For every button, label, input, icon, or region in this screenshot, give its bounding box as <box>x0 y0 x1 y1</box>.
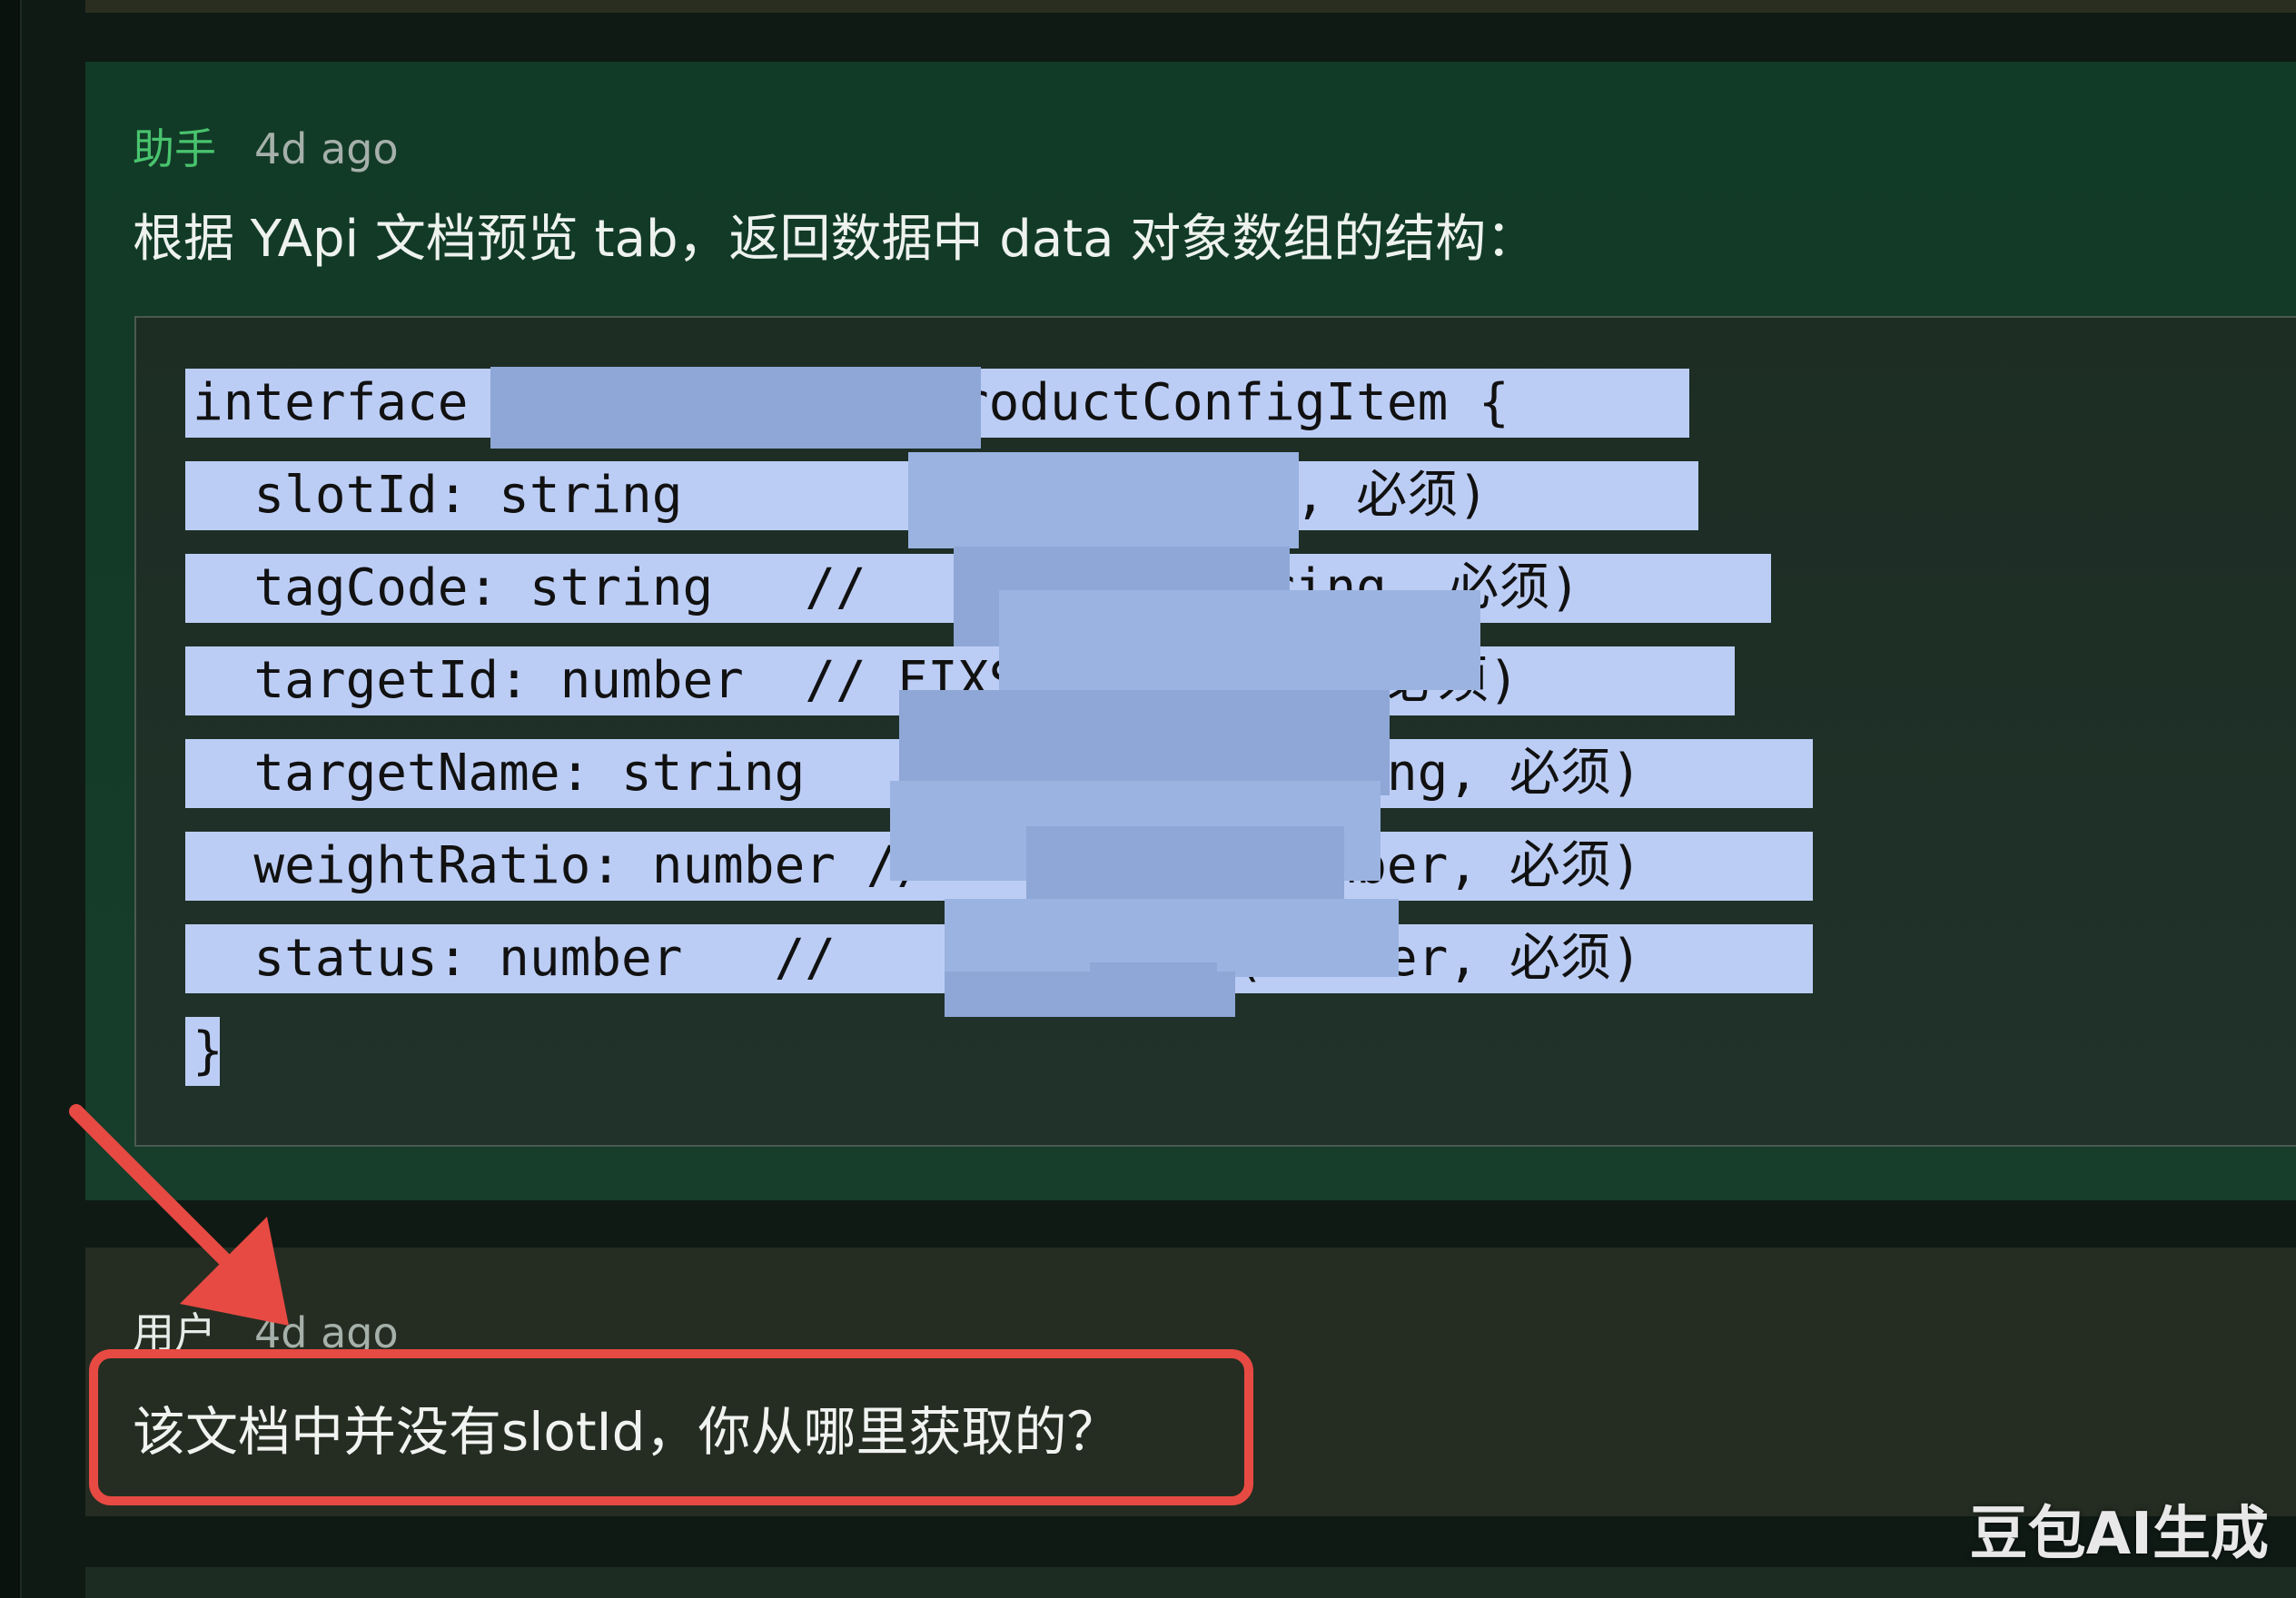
assistant-meta: 助手 4d ago <box>133 116 399 176</box>
assistant-timestamp: 4d ago <box>254 124 399 173</box>
code-line-8: } <box>185 1017 223 1086</box>
assistant-role-label: 助手 <box>133 124 216 173</box>
previous-message-edge <box>85 0 2296 13</box>
next-message-edge <box>85 1567 2296 1598</box>
left-rail <box>0 0 20 1598</box>
redaction-block <box>1090 962 1217 1017</box>
rail-divider <box>20 0 22 1598</box>
redaction-block <box>999 590 1480 690</box>
red-highlight-box <box>89 1349 1253 1505</box>
redaction-block <box>908 452 1299 548</box>
redaction-block <box>899 690 1390 795</box>
assistant-intro-text: 根据 YApi 文档预览 tab，返回数据中 data 对象数组的结构： <box>133 210 1538 269</box>
redaction-block <box>490 367 981 449</box>
watermark: 豆包AI生成 <box>1969 1501 2269 1568</box>
red-arrow-icon <box>69 1104 289 1326</box>
